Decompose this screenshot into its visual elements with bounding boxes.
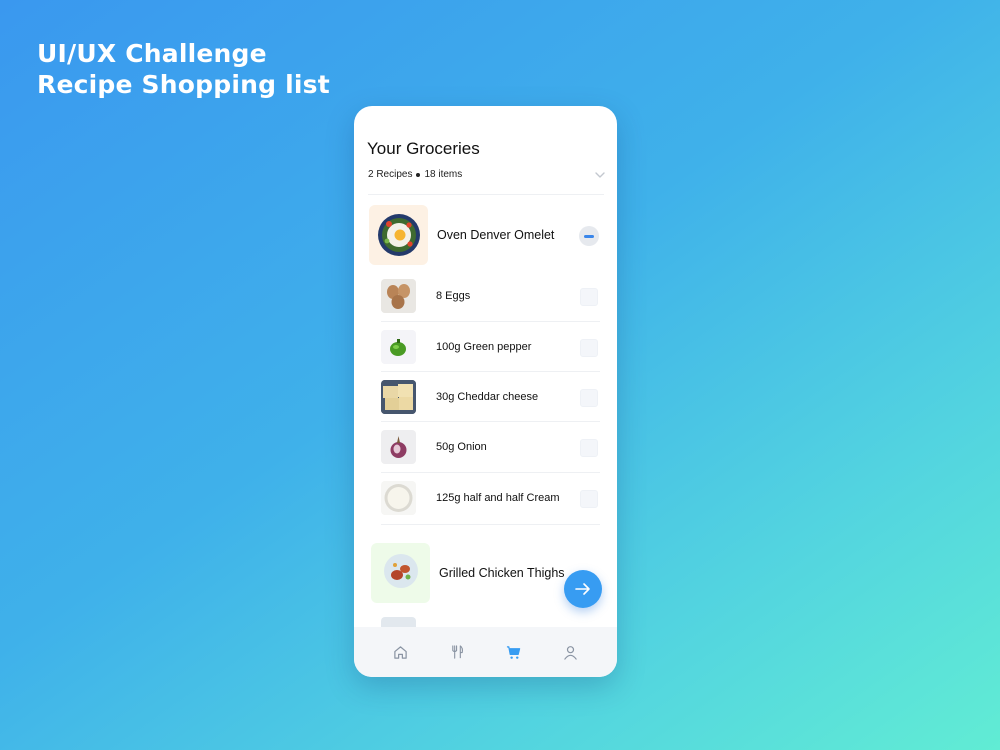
ingredient-row[interactable]: 100g Green pepper [381,330,603,370]
home-icon [394,645,407,659]
ingredient-row[interactable]: 50g Onion [381,430,603,470]
headline-line-2: Recipe Shopping list [37,70,330,99]
nav-recipes[interactable] [445,640,469,664]
omelet-image [369,205,428,265]
fork-knife-icon [451,644,463,659]
page-title: Your Groceries [367,139,480,158]
ingredient-row[interactable]: 8 Eggs [381,279,603,319]
arrow-right-icon [575,583,590,595]
recipe-name: Grilled Chicken Thighs [439,566,565,580]
cheddar-cheese-image [381,380,416,414]
row-divider [381,524,600,525]
ingredient-checkbox[interactable] [580,439,598,457]
ingredient-row[interactable]: 125g half and half Cream [381,481,603,521]
recipe-row[interactable]: Oven Denver Omelet [369,205,609,265]
ingredient-checkbox[interactable] [580,389,598,407]
profile-icon [564,645,577,660]
headline: UI/UX Challenge Recipe Shopping list [37,38,330,100]
recipes-count: 2 Recipes [368,169,413,180]
header-divider [368,194,604,195]
chevron-down-icon[interactable] [594,170,606,180]
ingredient-row[interactable]: 30g Cheddar cheese [381,380,603,420]
ingredient-label: 100g Green pepper [436,341,532,353]
chicken-thighs-image [371,543,430,603]
minus-icon [584,234,594,238]
separator-dot [416,172,421,177]
row-divider [381,472,600,473]
nav-cart[interactable] [502,640,526,664]
row-divider [381,371,600,372]
items-count: 18 items [424,169,463,180]
bottom-nav [354,627,617,677]
ingredient-label: 50g Onion [436,441,487,453]
cart-icon [507,645,521,659]
ingredient-label: 125g half and half Cream [436,492,560,504]
cream-image [381,481,416,515]
groceries-summary: 2 Recipes 18 items [368,169,462,180]
phone-screen: Your Groceries 2 Recipes 18 items Oven D… [354,106,617,677]
eggs-image [381,279,416,313]
recipe-name: Oven Denver Omelet [437,228,555,242]
headline-line-1: UI/UX Challenge [37,39,267,68]
ingredient-label: 30g Cheddar cheese [436,391,539,403]
nav-home[interactable] [388,640,412,664]
collapse-recipe-button[interactable] [579,226,599,246]
green-pepper-image [381,330,416,364]
ingredient-label: 8 Eggs [436,290,471,302]
ingredient-checkbox[interactable] [580,490,598,508]
row-divider [381,421,600,422]
nav-profile[interactable] [559,640,583,664]
ingredient-checkbox[interactable] [580,339,598,357]
next-button[interactable] [564,570,602,608]
ingredient-checkbox[interactable] [580,288,598,306]
onion-image [381,430,416,464]
row-divider [381,321,600,322]
